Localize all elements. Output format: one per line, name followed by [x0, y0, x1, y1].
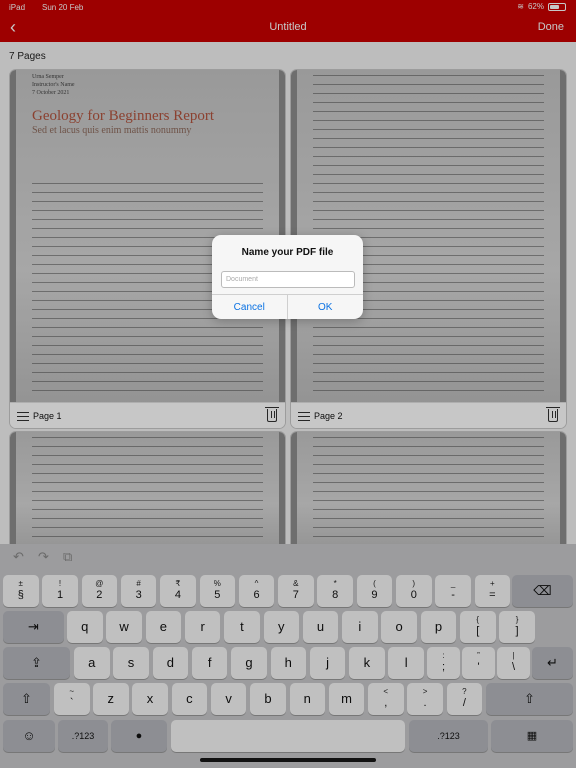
- rename-dialog: Name your PDF file Document Cancel OK: [212, 235, 363, 319]
- filename-input[interactable]: Document: [221, 271, 355, 288]
- dialog-title: Name your PDF file: [241, 247, 334, 258]
- home-indicator: [200, 758, 376, 762]
- modal-overlay: [0, 0, 576, 768]
- ok-button[interactable]: OK: [288, 295, 364, 319]
- cancel-button[interactable]: Cancel: [212, 295, 288, 319]
- dialog-buttons: Cancel OK: [212, 294, 363, 319]
